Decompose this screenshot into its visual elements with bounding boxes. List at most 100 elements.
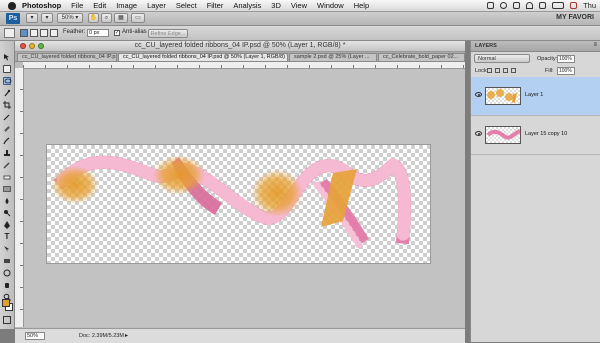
minimize-window-icon[interactable] — [29, 43, 35, 49]
menu-layer[interactable]: Layer — [147, 1, 166, 10]
opacity-label: Opacity: — [537, 56, 558, 62]
status-zoom-field[interactable]: 50% — [25, 332, 45, 340]
document-title-bar: cc_CU_layered folded ribbons_04 IP.psd @… — [15, 41, 465, 52]
hand-tool-button[interactable]: ✋ — [88, 13, 99, 23]
quick-selection-tool-icon[interactable] — [3, 89, 11, 97]
marquee-tool-icon[interactable] — [3, 65, 11, 73]
panel-menu-icon[interactable]: ≡ — [593, 42, 597, 48]
shape-tool-icon[interactable] — [3, 257, 11, 265]
workspace-switcher[interactable]: MY FAVORI — [556, 14, 594, 21]
visibility-eye-icon[interactable] — [475, 92, 482, 97]
doc-size-info[interactable]: Doc: 2.39M/5.23M — [79, 333, 124, 339]
lasso-tool-icon[interactable] — [3, 77, 12, 85]
zoom-level-select[interactable]: 50% ▾ — [57, 13, 83, 23]
document-window: cc_CU_layered folded ribbons_04 IP.psd @… — [15, 41, 465, 343]
layers-panel: LAYERS ≡ Normal Opacity: 100% Lock: Fill… — [470, 41, 600, 342]
wifi-icon[interactable] — [526, 2, 534, 9]
fill-input[interactable]: 100% — [557, 67, 575, 75]
dodge-tool-icon[interactable] — [3, 209, 11, 217]
eraser-tool-icon[interactable] — [3, 173, 11, 181]
zoom-tool-button[interactable]: ⌕ — [101, 13, 112, 23]
clone-stamp-tool-icon[interactable] — [3, 149, 11, 157]
menu-edit[interactable]: Edit — [93, 1, 106, 10]
menu-help[interactable]: Help — [354, 1, 369, 10]
layer-row-layer-15-copy-10[interactable]: Layer 15 copy 10 — [471, 116, 600, 155]
visibility-eye-icon[interactable] — [475, 131, 482, 136]
menu-3d[interactable]: 3D — [271, 1, 281, 10]
status-menu-icon[interactable] — [487, 2, 495, 9]
layers-panel-title[interactable]: LAYERS — [475, 43, 497, 49]
tab-ribbons-04[interactable]: cc_CU_layered folded ribbons_04 IP.psd — [17, 53, 117, 61]
tool-preset-picker[interactable] — [4, 28, 15, 38]
tab-celebrate-bold-paper[interactable]: cc_Celebrate_bold_paper 02... — [378, 53, 465, 61]
3d-rotate-tool-icon[interactable] — [3, 269, 11, 277]
antialias-checkbox[interactable]: ✓ — [114, 30, 120, 36]
new-selection-icon[interactable] — [20, 29, 28, 37]
gradient-tool-icon[interactable] — [3, 185, 11, 193]
healing-brush-tool-icon[interactable] — [3, 125, 11, 133]
layer-thumbnail — [485, 87, 521, 105]
brush-tool-icon[interactable] — [3, 137, 11, 145]
bluetooth-icon[interactable] — [513, 2, 521, 9]
status-menu-arrow-icon[interactable]: ▸ — [125, 333, 131, 339]
history-brush-tool-icon[interactable] — [3, 161, 11, 169]
menu-app-name[interactable]: Photoshop — [22, 1, 61, 10]
path-selection-tool-icon[interactable] — [3, 245, 11, 253]
document-canvas[interactable] — [47, 145, 430, 263]
fill-label: Fill: — [545, 68, 554, 74]
lock-image-icon[interactable] — [495, 68, 500, 73]
horizontal-ruler[interactable] — [23, 62, 465, 69]
zoom-window-icon[interactable] — [38, 43, 44, 49]
close-window-icon[interactable] — [20, 43, 26, 49]
layer-row-layer-1[interactable]: Layer 1 — [471, 77, 600, 116]
layers-panel-header: LAYERS ≡ — [471, 41, 600, 52]
highlight-blob — [251, 169, 303, 217]
add-selection-icon[interactable] — [30, 29, 38, 37]
document-title: cc_CU_layered folded ribbons_04 IP.psd @… — [134, 42, 346, 49]
lock-transparency-icon[interactable] — [487, 68, 492, 73]
menu-clock[interactable]: Thu — [583, 1, 596, 10]
menu-select[interactable]: Select — [176, 1, 197, 10]
blur-tool-icon[interactable] — [3, 197, 11, 205]
intersect-selection-icon[interactable] — [50, 29, 58, 37]
subtract-selection-icon[interactable] — [40, 29, 48, 37]
eyedropper-tool-icon[interactable] — [3, 113, 11, 121]
clock-icon[interactable] — [500, 2, 508, 9]
mini-bridge-button[interactable]: ▾ — [41, 13, 53, 23]
type-tool-icon[interactable]: T — [3, 233, 11, 241]
blend-mode-select[interactable]: Normal — [474, 54, 530, 63]
layer-name[interactable]: Layer 1 — [525, 92, 543, 98]
opacity-input[interactable]: 100% — [557, 55, 575, 63]
menu-window[interactable]: Window — [317, 1, 344, 10]
flag-icon[interactable] — [570, 2, 578, 9]
crop-tool-icon[interactable] — [3, 101, 11, 109]
apple-icon[interactable] — [8, 1, 16, 10]
menu-image[interactable]: Image — [116, 1, 137, 10]
battery-icon[interactable] — [552, 2, 565, 9]
foreground-color-swatch[interactable] — [2, 299, 10, 307]
highlight-blob — [153, 155, 205, 195]
tab-ribbons-04-active[interactable]: cc_CU_layered folded ribbons_04 IP.psd @… — [118, 53, 288, 61]
layer-name[interactable]: Layer 15 copy 10 — [525, 131, 567, 137]
refine-edge-button[interactable]: Refine Edge... — [148, 29, 188, 38]
arrange-documents-button[interactable]: ▦ — [114, 13, 128, 23]
volume-icon[interactable] — [539, 2, 547, 9]
move-tool-icon[interactable] — [3, 53, 11, 61]
menu-filter[interactable]: Filter — [207, 1, 224, 10]
ribbon-artwork — [51, 155, 412, 249]
quick-mask-icon[interactable] — [3, 316, 11, 324]
feather-input[interactable]: 0 px — [87, 29, 109, 37]
lock-all-icon[interactable] — [511, 68, 516, 73]
application-bar: Ps ▾ ▾ 50% ▾ ✋ ⌕ ▦ ▭ MY FAVORI — [0, 12, 600, 26]
bridge-button[interactable]: ▾ — [26, 13, 38, 23]
hand-tool-icon[interactable] — [3, 281, 11, 289]
menu-analysis[interactable]: Analysis — [233, 1, 261, 10]
tab-sample-2[interactable]: sample 2.psd @ 25% (Layer ... — [289, 53, 377, 61]
menu-file[interactable]: File — [71, 1, 83, 10]
vertical-ruler[interactable] — [15, 68, 24, 327]
menu-view[interactable]: View — [291, 1, 307, 10]
pen-tool-icon[interactable] — [3, 221, 11, 229]
screen-mode-button[interactable]: ▭ — [131, 13, 145, 23]
antialias-label: Anti-alias — [122, 29, 147, 35]
lock-position-icon[interactable] — [503, 68, 508, 73]
